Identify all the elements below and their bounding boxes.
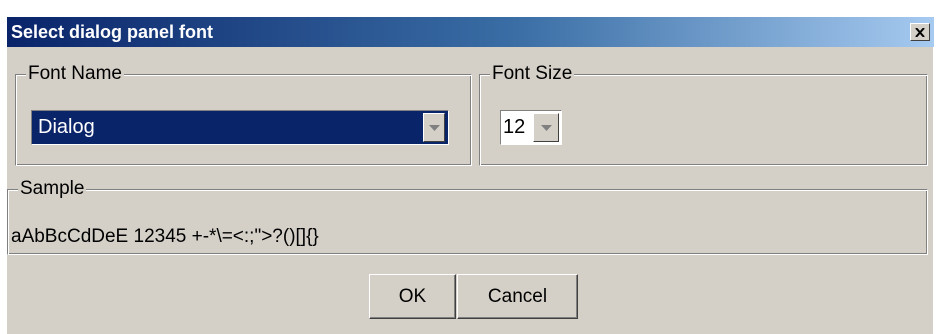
- font-size-combobox[interactable]: 12: [500, 110, 562, 145]
- chevron-down-icon: [540, 124, 552, 131]
- sample-legend: Sample: [18, 178, 87, 200]
- title-bar[interactable]: Select dialog panel font: [7, 17, 934, 47]
- font-size-legend: Font Size: [490, 63, 575, 85]
- font-name-group: Font Name Dialog: [15, 63, 472, 166]
- sample-group: Sample aAbBcCdDeE 12345 +-*\=<:;">?()[]{…: [7, 178, 928, 255]
- sample-text: aAbBcCdDeE 12345 +-*\=<:;">?()[]{}: [11, 226, 319, 247]
- dialog-title: Select dialog panel font: [11, 22, 214, 42]
- font-dialog: Select dialog panel font Font Name Dialo…: [6, 17, 934, 334]
- font-name-value: Dialog: [38, 116, 95, 138]
- font-name-legend: Font Name: [26, 63, 124, 85]
- ok-button[interactable]: OK: [369, 274, 456, 319]
- cancel-button[interactable]: Cancel: [457, 274, 578, 319]
- close-button[interactable]: [910, 23, 930, 41]
- close-x-icon: [915, 27, 925, 37]
- font-size-value: 12: [503, 116, 526, 138]
- font-name-combobox[interactable]: Dialog: [31, 110, 449, 145]
- font-name-dropdown-button[interactable]: [423, 113, 445, 142]
- chevron-down-icon: [428, 124, 440, 131]
- font-size-dropdown-button[interactable]: [533, 113, 559, 142]
- font-size-group: Font Size 12: [479, 63, 928, 166]
